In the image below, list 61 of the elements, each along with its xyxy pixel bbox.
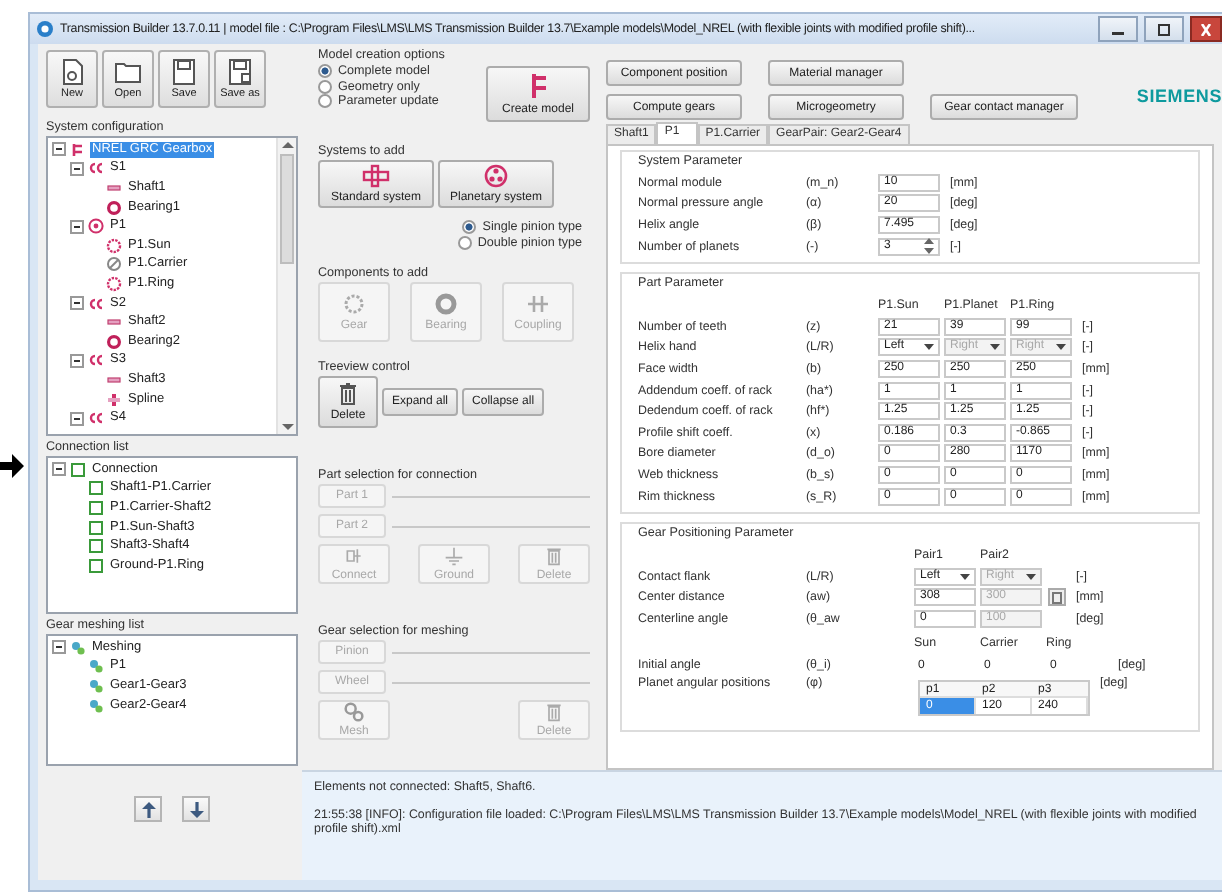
trash-icon <box>542 702 566 722</box>
radio-button[interactable] <box>457 235 472 250</box>
planet-icon <box>88 218 104 235</box>
radio-button[interactable] <box>462 220 477 235</box>
collapse-icon[interactable] <box>70 411 84 426</box>
arrow-icon <box>0 454 24 478</box>
caret-icon <box>960 573 970 580</box>
system-icon <box>88 295 104 312</box>
gear-icon <box>342 292 366 316</box>
close-icon <box>1198 23 1214 35</box>
down-arrow-icon <box>189 801 203 817</box>
radio-button[interactable] <box>318 64 332 79</box>
logo: SIEMENS <box>1136 86 1222 106</box>
connector-icon <box>342 546 366 566</box>
scrollbar[interactable] <box>276 138 296 434</box>
coupling-icon <box>526 292 550 316</box>
gears-icon <box>342 702 366 722</box>
radio-button[interactable] <box>318 94 332 109</box>
caret-icon <box>1026 573 1036 580</box>
system-icon <box>88 410 104 427</box>
ring-icon <box>434 292 458 316</box>
ring-icon <box>106 199 122 216</box>
ground-icon <box>442 546 466 566</box>
collapse-icon[interactable] <box>52 142 66 157</box>
trash-icon <box>338 382 358 406</box>
up-arrow-icon <box>141 801 155 817</box>
system-icon <box>88 352 104 369</box>
collapse-icon[interactable] <box>70 161 84 176</box>
spline-icon <box>106 391 122 408</box>
radio-button[interactable] <box>318 79 332 94</box>
maximize-icon <box>1156 23 1172 35</box>
close-button[interactable] <box>1190 16 1222 42</box>
move-up-button[interactable] <box>134 796 162 822</box>
collapse-icon[interactable] <box>52 640 66 655</box>
spinner-icon[interactable] <box>924 238 934 255</box>
floppy-icon <box>170 58 198 86</box>
model-icon <box>70 141 86 158</box>
app-icon <box>36 20 54 38</box>
caret-icon <box>1056 344 1066 351</box>
ring-icon <box>106 333 122 350</box>
folder-icon <box>114 58 142 86</box>
square-icon <box>1051 591 1061 604</box>
caret-icon <box>924 344 934 351</box>
carrier-icon <box>106 256 122 273</box>
collapse-icon[interactable] <box>70 296 84 311</box>
collapse-icon[interactable] <box>70 219 84 234</box>
gear-icon <box>106 275 122 292</box>
move-down-button[interactable] <box>182 796 210 822</box>
planet-icon <box>482 164 510 188</box>
floppy-icon <box>226 58 254 86</box>
document-icon <box>58 58 86 86</box>
scroll-up-icon[interactable] <box>279 138 295 150</box>
collapse-icon[interactable] <box>70 353 84 368</box>
trash-icon <box>542 546 566 566</box>
scroll-down-icon[interactable] <box>279 422 295 434</box>
maximize-button[interactable] <box>1144 16 1184 42</box>
caret-icon <box>990 344 1000 351</box>
gear-icon <box>106 237 122 254</box>
system-icon <box>88 160 104 177</box>
collapse-icon[interactable] <box>52 462 66 477</box>
minimize-button[interactable] <box>1098 16 1138 42</box>
